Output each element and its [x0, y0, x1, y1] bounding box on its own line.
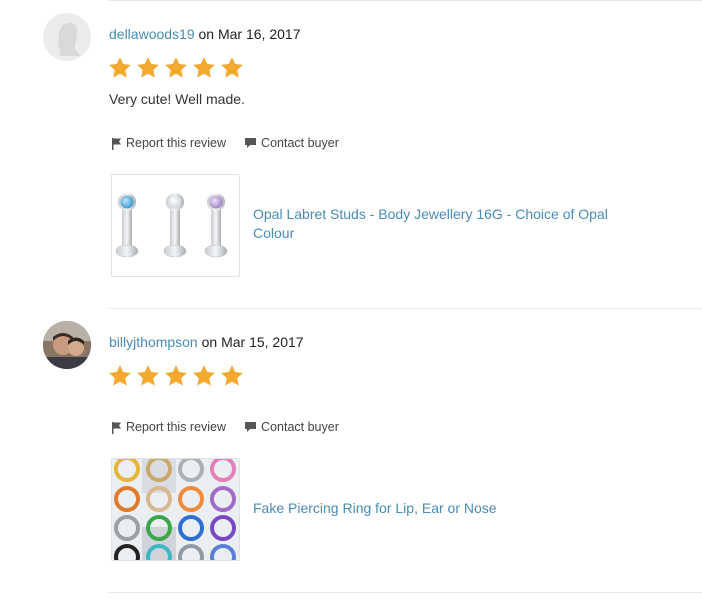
contact-buyer-label: Contact buyer: [261, 420, 339, 434]
report-review-label: Report this review: [126, 136, 227, 150]
avatar[interactable]: [43, 13, 91, 61]
on-word: on: [201, 334, 218, 350]
hoop-rings-image: [112, 459, 239, 560]
review-text: Very cute! Well made.: [109, 91, 245, 107]
star-rating: [108, 364, 244, 388]
report-review-link[interactable]: Report this review: [111, 420, 226, 434]
review-actions: Report this review Contact buyer: [111, 420, 339, 434]
opal-studs-image: [115, 193, 228, 258]
review-actions: Report this review Contact buyer: [111, 136, 339, 150]
reviewer-name-link[interactable]: billyjthompson: [109, 334, 198, 350]
report-review-link[interactable]: Report this review: [111, 136, 226, 150]
on-word: on: [198, 26, 215, 42]
contact-buyer-link[interactable]: Contact buyer: [244, 136, 339, 150]
star-icon: [193, 57, 215, 78]
report-review-label: Report this review: [126, 420, 227, 434]
chat-bubble-icon: [245, 422, 257, 432]
review-header: billyjthompson on Mar 15, 2017: [109, 334, 304, 350]
chat-bubble-icon: [245, 138, 257, 148]
divider: [109, 308, 702, 309]
item-title-link[interactable]: Opal Labret Studs - Body Jewellery 16G -…: [253, 205, 643, 243]
star-icon: [137, 57, 159, 78]
reviewer-name-link[interactable]: dellawoods19: [109, 26, 195, 42]
review-header: dellawoods19 on Mar 16, 2017: [109, 26, 300, 42]
item-thumbnail[interactable]: [111, 458, 240, 561]
star-rating: [108, 56, 244, 80]
star-icon: [165, 57, 187, 78]
star-icon: [109, 57, 131, 78]
star-icon: [165, 365, 187, 386]
default-avatar-icon: [43, 13, 91, 61]
divider-top: [109, 0, 702, 1]
star-icon: [193, 365, 215, 386]
divider-bottom: [109, 592, 702, 593]
flag-icon: [112, 421, 121, 434]
star-icon: [221, 57, 243, 78]
contact-buyer-link[interactable]: Contact buyer: [244, 420, 339, 434]
flag-icon: [112, 137, 121, 150]
user-photo-icon: [43, 321, 91, 369]
contact-buyer-label: Contact buyer: [261, 136, 339, 150]
review-date: Mar 15, 2017: [221, 334, 304, 350]
star-icon: [109, 365, 131, 386]
review-date: Mar 16, 2017: [217, 26, 301, 42]
star-icon: [137, 365, 159, 386]
avatar[interactable]: [43, 321, 91, 369]
item-thumbnail[interactable]: [111, 174, 240, 277]
item-title-link[interactable]: Fake Piercing Ring for Lip, Ear or Nose: [253, 499, 643, 518]
star-icon: [221, 365, 243, 386]
